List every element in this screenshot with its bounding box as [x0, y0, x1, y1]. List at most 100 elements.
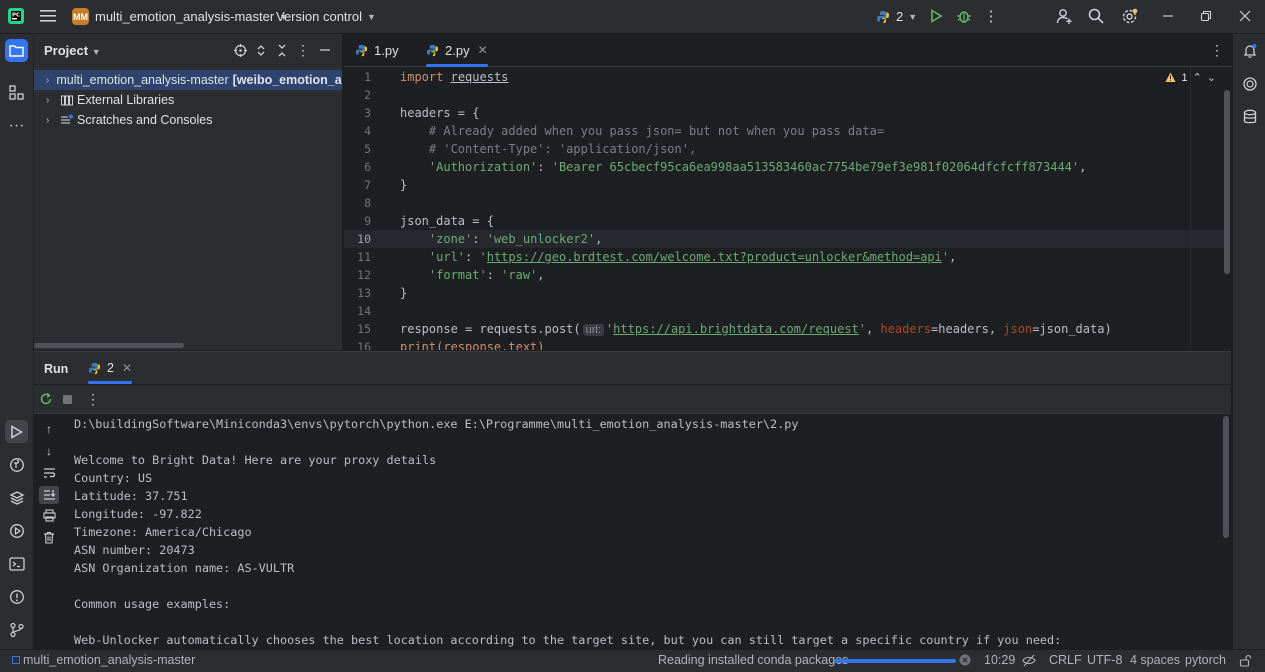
scroll-to-end-icon[interactable]: [39, 486, 59, 504]
debug-icon[interactable]: [955, 7, 973, 25]
run-options-icon[interactable]: ⋮: [86, 391, 100, 407]
notifications-bell-icon[interactable]: [1238, 39, 1261, 62]
console-line: ASN Organization name: AS-VULTR: [74, 561, 295, 575]
dict-key: 'url': [428, 250, 466, 264]
code-editor[interactable]: 1.py 2.py ✕ ⋮ 1 2 3 4 5 6 7 8 9 10 11 12 13 14 15 16 im…: [343, 34, 1232, 350]
terminal-icon[interactable]: [5, 552, 28, 575]
expand-all-icon[interactable]: [254, 43, 268, 57]
arrow-up-icon[interactable]: ↑: [42, 422, 56, 436]
url-link[interactable]: https://geo.brdtest.com/welcome.txt?prod…: [487, 250, 942, 264]
vertical-scrollbar[interactable]: [1224, 90, 1230, 274]
more-actions-icon[interactable]: ⋮: [982, 7, 1000, 25]
arrow-down-icon[interactable]: ↓: [42, 444, 56, 458]
services-icon[interactable]: [5, 519, 28, 542]
locate-target-icon[interactable]: [233, 43, 247, 57]
console-scrollbar[interactable]: [1223, 416, 1229, 538]
chevron-down-icon[interactable]: ⌄: [1207, 71, 1216, 84]
tree-item-project-root[interactable]: › multi_emotion_analysis-master [weibo_e…: [34, 70, 342, 90]
project-tool-folder-icon[interactable]: [5, 39, 28, 62]
keyword-arg: headers: [880, 322, 932, 336]
module-icon: [12, 656, 20, 664]
run-icon[interactable]: [927, 7, 945, 25]
panel-options-icon[interactable]: ⋮: [296, 42, 310, 58]
keyword-arg: json: [1003, 322, 1033, 336]
line-number: 3: [364, 106, 371, 120]
code-line-11: 'url': 'https://geo.brdtest.com/welcome.…: [428, 250, 957, 264]
tree-item-external-libraries[interactable]: › External Libraries: [34, 90, 342, 110]
add-user-icon[interactable]: [1055, 7, 1073, 25]
tree-item-scratches[interactable]: › Scratches and Consoles: [34, 110, 342, 130]
tab-label: 2.py: [445, 42, 470, 58]
status-project-breadcrumb[interactable]: multi_emotion_analysis-master: [12, 653, 195, 667]
soft-wrap-icon[interactable]: [42, 466, 56, 480]
structure-icon[interactable]: [5, 81, 28, 104]
console-line: Welcome to Bright Data! Here are your pr…: [74, 453, 437, 467]
line-number: 15: [357, 322, 371, 336]
print-icon[interactable]: [42, 508, 56, 522]
run-config-selector[interactable]: 2 ▼: [876, 0, 917, 33]
dict-key: 'Authorization': [428, 160, 538, 174]
chevron-right-icon: ›: [46, 74, 50, 86]
dict-key: 'zone': [428, 232, 473, 246]
git-branch-icon[interactable]: [5, 618, 28, 641]
right-tool-stripe: [1232, 34, 1265, 649]
settings-gear-icon[interactable]: [1120, 7, 1138, 25]
background-task-progress: [834, 659, 956, 663]
line-number-gutter: 1 2 3 4 5 6 7 8 9 10 11 12 13 14 15 16: [344, 68, 389, 350]
console-line: Latitude: 37.751: [74, 489, 188, 503]
collapse-all-icon[interactable]: [275, 43, 289, 57]
file-encoding[interactable]: UTF-8: [1087, 653, 1122, 667]
line-number: 16: [357, 340, 371, 350]
console-line: Common usage examples:: [74, 597, 231, 611]
close-tab-icon[interactable]: ✕: [122, 361, 132, 375]
project-switcher[interactable]: MM multi_emotion_analysis-master ▼: [72, 0, 288, 33]
no-inspections-icon[interactable]: [1022, 654, 1036, 670]
restore-icon[interactable]: [1197, 7, 1215, 25]
keyword: import: [400, 70, 444, 84]
more-tools-icon[interactable]: ···: [5, 114, 28, 137]
hide-panel-icon[interactable]: [318, 43, 332, 57]
trash-icon[interactable]: [42, 530, 56, 544]
stop-icon[interactable]: [60, 392, 74, 406]
line-number: 11: [357, 250, 371, 264]
minimize-icon[interactable]: [1159, 7, 1177, 25]
run-tab-2[interactable]: 2 ✕: [88, 352, 133, 384]
rerun-icon[interactable]: [39, 392, 53, 406]
ai-assistant-icon[interactable]: [1238, 72, 1261, 95]
code-line-1: import requests: [400, 68, 508, 86]
project-panel-title: Project: [44, 43, 89, 58]
problems-icon[interactable]: [5, 585, 28, 608]
search-icon[interactable]: [1087, 7, 1105, 25]
database-icon[interactable]: [1238, 105, 1261, 128]
main-menu-icon[interactable]: [39, 7, 57, 25]
python-interpreter[interactable]: pytorch: [1185, 653, 1226, 667]
read-only-lock-icon[interactable]: [1239, 654, 1252, 670]
tab-2-py[interactable]: 2.py ✕: [426, 34, 488, 67]
line-number: 4: [364, 124, 371, 138]
chevron-down-icon: ▼: [91, 47, 101, 57]
cancel-task-icon[interactable]: [959, 654, 971, 669]
background-task-label[interactable]: Reading installed conda packages: [658, 653, 848, 667]
warning-icon: [1165, 72, 1176, 82]
line-separator[interactable]: CRLF: [1049, 653, 1082, 667]
chevron-up-icon[interactable]: ⌃: [1193, 71, 1202, 84]
close-tab-icon[interactable]: ✕: [478, 43, 488, 57]
url-link[interactable]: https://api.brightdata.com/request: [613, 322, 859, 336]
python-packages-icon[interactable]: [5, 453, 28, 476]
code-line-10: 'zone': 'web_unlocker2',: [428, 232, 603, 246]
version-control-menu[interactable]: Version control ▼: [276, 0, 376, 33]
caret-position[interactable]: 10:29: [984, 653, 1015, 667]
close-window-icon[interactable]: [1236, 7, 1254, 25]
run-tool-icon[interactable]: [5, 420, 28, 443]
horizontal-scrollbar[interactable]: [34, 343, 184, 348]
chevron-down-icon: ▼: [908, 11, 918, 22]
editor-options-icon[interactable]: ⋮: [1210, 34, 1224, 66]
string-value: 'Bearer 65cbecf95ca6ea998aa513583460ac77…: [551, 160, 1080, 174]
console-line: Web-Unlocker automatically chooses the b…: [74, 633, 1062, 647]
project-view-selector[interactable]: Project ▼: [44, 43, 101, 58]
console-line: D:\buildingSoftware\Miniconda3\envs\pyto…: [74, 417, 799, 431]
line-number: 12: [357, 268, 371, 282]
indent-setting[interactable]: 4 spaces: [1130, 653, 1180, 667]
tab-1-py[interactable]: 1.py: [355, 34, 399, 66]
layers-icon[interactable]: [5, 486, 28, 509]
